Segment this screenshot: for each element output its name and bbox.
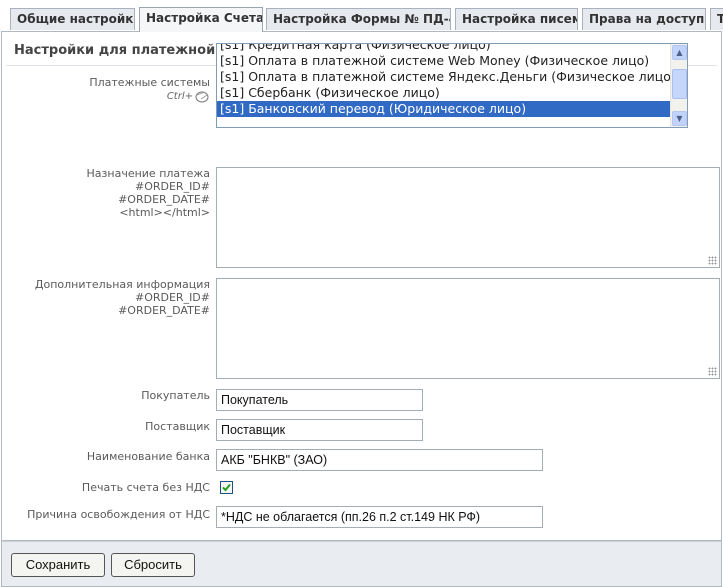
resize-grip-icon[interactable]: [708, 367, 717, 376]
supplier-field[interactable]: Поставщик: [216, 419, 423, 441]
list-item[interactable]: [s1] Оплата в платежной системе Web Mone…: [217, 53, 670, 69]
ctrl-hint: Ctrl+: [166, 91, 193, 102]
vat-exemption-reason-field[interactable]: *НДС не облагается (пп.26 п.2 ст.149 НК …: [216, 506, 543, 528]
tab-general-settings[interactable]: Общие настройки: [10, 8, 135, 30]
button-bar: Сохранить Сбросить: [1, 541, 722, 587]
tab-invoice-settings[interactable]: Настройка Счета: [139, 7, 263, 32]
listbox-scrollbar[interactable]: ▲ ▼: [670, 44, 687, 127]
resize-grip-icon[interactable]: [708, 256, 717, 265]
print-without-vat-label: Печать счета без НДС: [81, 481, 210, 494]
listbox-options: [s1] Кредитная карта (Физическое лицо) […: [217, 44, 670, 127]
buyer-field[interactable]: Покупатель: [216, 389, 423, 411]
tab-more[interactable]: Т: [710, 8, 723, 30]
tab-access-rights[interactable]: Права на доступ: [582, 8, 706, 30]
list-item[interactable]: [s1] Сбербанк (Физическое лицо): [217, 85, 670, 101]
payment-systems-listbox[interactable]: [s1] Кредитная карта (Физическое лицо) […: [216, 43, 688, 128]
reset-button[interactable]: Сбросить: [111, 553, 195, 577]
list-item[interactable]: [s1] Кредитная карта (Физическое лицо): [217, 44, 670, 53]
scroll-up-icon[interactable]: ▲: [672, 45, 687, 60]
checkmark-icon: [222, 483, 231, 492]
scroll-thumb[interactable]: [672, 69, 687, 99]
vat-exemption-reason-label: Причина освобождения от НДС: [27, 508, 210, 521]
bank-name-label: Наименование банка: [86, 450, 210, 463]
save-button[interactable]: Сохранить: [11, 553, 105, 577]
payment-purpose-label: Назначение платежа #ORDER_ID# #ORDER_DAT…: [86, 167, 210, 219]
bank-name-field[interactable]: АКБ "БНКВ" (ЗАО): [216, 449, 543, 471]
print-without-vat-checkbox[interactable]: [220, 481, 233, 494]
list-item[interactable]: [s1] Оплата в платежной системе Яндекс.Д…: [217, 69, 670, 85]
tab-letter-settings[interactable]: Настройка писем: [455, 8, 578, 30]
supplier-label: Поставщик: [145, 420, 210, 433]
tab-bar: Общие настройки Настройка Счета Настройк…: [0, 0, 723, 32]
payment-purpose-textarea[interactable]: [216, 167, 720, 268]
payment-systems-label: Платежные системы Ctrl+: [89, 76, 210, 103]
mouse-icon: [193, 89, 210, 103]
additional-info-textarea[interactable]: [216, 278, 720, 379]
list-item-selected[interactable]: [s1] Банковский перевод (Юридическое лиц…: [217, 101, 670, 117]
tab-pd4-form-settings[interactable]: Настройка Формы № ПД-4: [266, 8, 451, 30]
buyer-label: Покупатель: [141, 389, 210, 402]
scroll-down-icon[interactable]: ▼: [672, 111, 687, 126]
additional-info-label: Дополнительная информация #ORDER_ID# #OR…: [34, 278, 210, 317]
